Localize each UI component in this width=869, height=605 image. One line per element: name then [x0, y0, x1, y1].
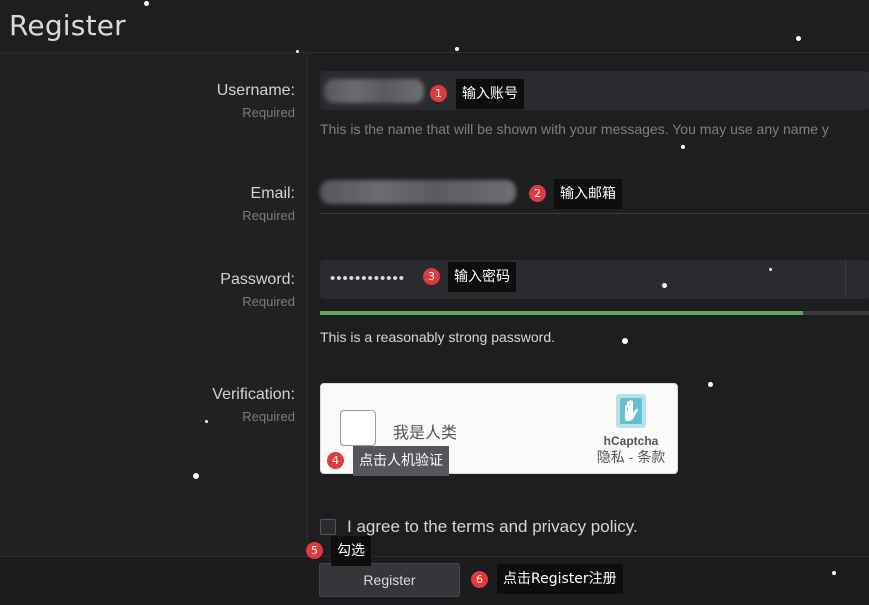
password-label: Password: — [220, 271, 295, 288]
username-required: Required — [242, 105, 295, 120]
hcaptcha-brand: hCaptcha — [603, 434, 659, 448]
username-value-redacted — [324, 79, 424, 103]
password-value: •••••••••••• — [330, 270, 406, 287]
verification-required: Required — [242, 409, 295, 424]
annotation-tip-6: 点击Register注册 — [497, 564, 623, 594]
password-strength-meter — [320, 311, 869, 315]
snow-particle — [708, 382, 713, 387]
email-value-redacted — [320, 180, 516, 204]
annotation-tip-2: 输入邮箱 — [554, 179, 622, 209]
snow-particle — [662, 283, 667, 288]
snow-particle — [832, 571, 836, 575]
snow-particle — [681, 145, 685, 149]
email-label: Email: — [250, 185, 295, 202]
email-required: Required — [242, 208, 295, 223]
annotation-badge-6: 6 — [471, 571, 488, 588]
snow-particle — [205, 420, 208, 423]
annotation-tip-5: 勾选 — [331, 536, 371, 566]
annotation-badge-2: 2 — [529, 185, 546, 202]
page-title: Register — [9, 9, 126, 42]
annotation-badge-4: 4 — [327, 452, 344, 469]
annotation-badge-5: 5 — [306, 542, 323, 559]
annotation-tip-1: 输入账号 — [456, 79, 524, 109]
verification-label: Verification: — [212, 386, 295, 403]
agree-label[interactable]: I agree to the terms and privacy policy. — [347, 517, 638, 537]
snow-particle — [455, 47, 459, 51]
snow-particle — [796, 36, 801, 41]
annotation-badge-1: 1 — [430, 85, 447, 102]
snow-particle — [144, 1, 149, 6]
username-hint: This is the name that will be shown with… — [320, 121, 829, 137]
annotation-tip-3: 输入密码 — [448, 262, 516, 292]
snow-particle — [622, 338, 628, 344]
password-toggle-divider — [845, 260, 846, 299]
snow-particle — [193, 473, 199, 479]
hcaptcha-links[interactable]: 隐私 - 条款 — [591, 447, 671, 467]
hcaptcha-checkbox-label: 我是人类 — [393, 425, 458, 442]
password-strength-fill — [320, 311, 804, 315]
password-strength-text: This is a reasonably strong password. — [320, 329, 555, 345]
agree-checkbox[interactable] — [320, 519, 336, 535]
username-input[interactable] — [320, 71, 869, 110]
annotation-tip-4: 点击人机验证 — [353, 446, 449, 476]
annotation-badge-3: 3 — [423, 268, 440, 285]
hcaptcha-checkbox[interactable] — [340, 410, 376, 446]
register-button[interactable]: Register — [319, 563, 460, 597]
password-required: Required — [242, 294, 295, 309]
snow-particle — [296, 50, 299, 53]
page-header: Register — [0, 0, 869, 53]
hcaptcha-logo-icon — [616, 394, 646, 428]
snow-particle — [769, 268, 772, 271]
username-label: Username: — [216, 82, 295, 99]
